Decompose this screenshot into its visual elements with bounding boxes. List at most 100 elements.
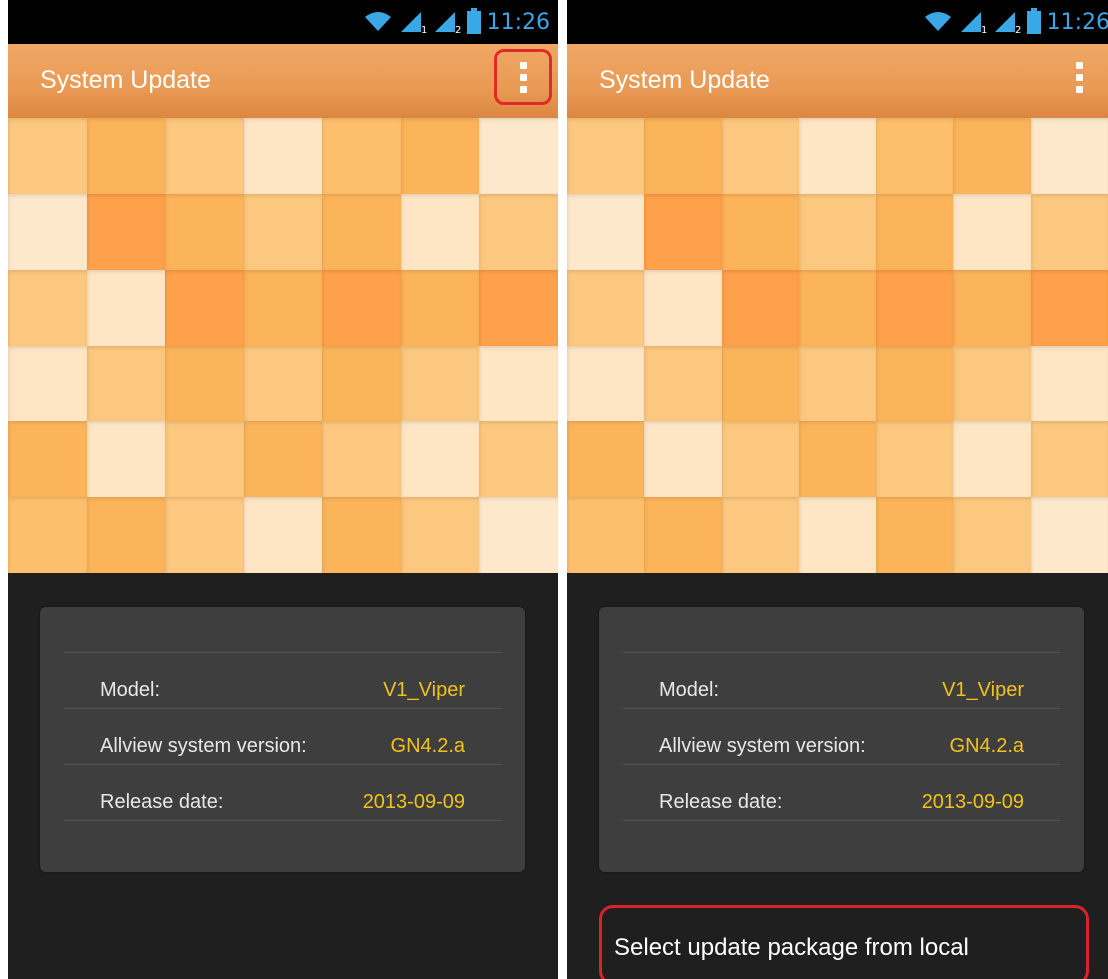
mosaic-tile bbox=[644, 497, 722, 573]
mosaic-tile bbox=[400, 193, 480, 270]
mosaic-tile bbox=[721, 193, 799, 270]
mosaic-tile bbox=[8, 345, 87, 422]
divider bbox=[623, 652, 1060, 653]
mosaic-tile bbox=[721, 497, 799, 573]
divider bbox=[623, 708, 1060, 709]
mosaic-tile bbox=[644, 193, 722, 270]
wifi-icon bbox=[363, 9, 393, 37]
mosaic-tile bbox=[953, 269, 1031, 346]
mosaic-tile bbox=[243, 269, 323, 346]
model-value: V1_Viper bbox=[942, 679, 1024, 701]
mosaic-tile bbox=[1030, 193, 1108, 270]
mosaic-tile bbox=[86, 269, 166, 346]
divider bbox=[64, 652, 501, 653]
svg-text:1: 1 bbox=[421, 25, 427, 34]
mosaic-tile bbox=[798, 345, 877, 422]
mosaic-tile bbox=[953, 118, 1031, 194]
svg-text:2: 2 bbox=[455, 25, 461, 34]
mosaic-tile bbox=[8, 269, 87, 346]
mosaic-tile bbox=[721, 421, 799, 498]
mosaic-tile bbox=[953, 345, 1031, 422]
release-date-label: Release date: bbox=[100, 791, 224, 813]
mosaic-tile bbox=[165, 497, 244, 573]
release-date-label: Release date: bbox=[659, 791, 783, 813]
mosaic-tile bbox=[1030, 421, 1108, 498]
mosaic-tile bbox=[165, 345, 244, 422]
mosaic-tile bbox=[876, 193, 954, 270]
mosaic-tile bbox=[322, 118, 401, 194]
mosaic-tile bbox=[1030, 497, 1108, 573]
mosaic-tile bbox=[86, 497, 166, 573]
mosaic-tile bbox=[644, 118, 722, 194]
info-row-model: Model: V1_Viper bbox=[659, 675, 1024, 709]
mosaic-tile bbox=[243, 497, 323, 573]
mosaic-tile bbox=[1030, 118, 1108, 194]
model-label: Model: bbox=[659, 679, 720, 701]
mosaic-tile bbox=[567, 193, 645, 270]
device-info-card: Model: V1_Viper Allview system version: … bbox=[40, 607, 525, 872]
svg-text:2: 2 bbox=[1015, 25, 1021, 34]
model-value: V1_Viper bbox=[383, 679, 465, 701]
version-value: GN4.2.a bbox=[390, 735, 465, 757]
mosaic-tile bbox=[243, 421, 323, 498]
release-date-value: 2013-09-09 bbox=[362, 791, 465, 813]
status-bar: 1 2 11:26 bbox=[8, 0, 558, 44]
mosaic-tile bbox=[400, 269, 480, 346]
divider bbox=[64, 820, 501, 821]
mosaic-tile bbox=[953, 497, 1031, 573]
wifi-icon bbox=[923, 9, 953, 37]
divider bbox=[64, 764, 501, 765]
header-mosaic-image bbox=[8, 118, 558, 573]
mosaic-tile bbox=[876, 269, 954, 346]
signal-sim2-icon: 2 bbox=[993, 8, 1021, 38]
overflow-menu-button[interactable] bbox=[494, 49, 552, 105]
version-label: Allview system version: bbox=[100, 735, 307, 757]
overflow-menu-button[interactable] bbox=[1050, 49, 1108, 105]
mosaic-tile bbox=[721, 118, 799, 194]
action-bar: System Update bbox=[567, 44, 1108, 118]
mosaic-tile bbox=[322, 421, 401, 498]
overflow-menu-icon bbox=[1075, 61, 1083, 93]
mosaic-tile bbox=[8, 497, 87, 573]
mosaic-tile bbox=[644, 345, 722, 422]
mosaic-tile bbox=[721, 345, 799, 422]
mosaic-tile bbox=[876, 421, 954, 498]
mosaic-tile bbox=[644, 421, 722, 498]
release-date-value: 2013-09-09 bbox=[921, 791, 1024, 813]
mosaic-tile bbox=[322, 269, 401, 346]
mosaic-tile bbox=[322, 497, 401, 573]
overflow-menu-icon bbox=[519, 61, 527, 93]
mosaic-tile bbox=[567, 118, 645, 194]
version-value: GN4.2.a bbox=[949, 735, 1024, 757]
select-local-package-menu-item[interactable]: Select update package from local bbox=[599, 905, 1089, 979]
signal-sim1-icon: 1 bbox=[399, 8, 427, 38]
mosaic-tile bbox=[1030, 345, 1108, 422]
info-row-model: Model: V1_Viper bbox=[100, 675, 465, 709]
mosaic-tile bbox=[86, 345, 166, 422]
divider bbox=[623, 820, 1060, 821]
mosaic-tile bbox=[400, 345, 480, 422]
mosaic-tile bbox=[165, 118, 244, 194]
screen-after: 1 2 11:26 System Update Model: V1_Viper … bbox=[567, 0, 1108, 979]
signal-sim2-icon: 2 bbox=[433, 8, 461, 38]
mosaic-tile bbox=[8, 421, 87, 498]
mosaic-tile bbox=[8, 118, 87, 194]
mosaic-tile bbox=[567, 421, 645, 498]
mosaic-tile bbox=[243, 118, 323, 194]
device-info-card: Model: V1_Viper Allview system version: … bbox=[599, 607, 1084, 872]
battery-icon bbox=[1026, 8, 1041, 38]
mosaic-tile bbox=[953, 421, 1031, 498]
mosaic-tile bbox=[798, 269, 877, 346]
mosaic-tile bbox=[322, 345, 401, 422]
mosaic-tile bbox=[798, 497, 877, 573]
mosaic-tile bbox=[798, 193, 877, 270]
mosaic-tile bbox=[165, 193, 244, 270]
mosaic-tile bbox=[400, 421, 480, 498]
mosaic-tile bbox=[479, 345, 558, 422]
mosaic-tile bbox=[479, 421, 558, 498]
mosaic-tile bbox=[567, 497, 645, 573]
status-time: 11:26 bbox=[1046, 10, 1108, 35]
battery-icon bbox=[466, 8, 481, 38]
mosaic-tile bbox=[400, 118, 480, 194]
version-label: Allview system version: bbox=[659, 735, 866, 757]
